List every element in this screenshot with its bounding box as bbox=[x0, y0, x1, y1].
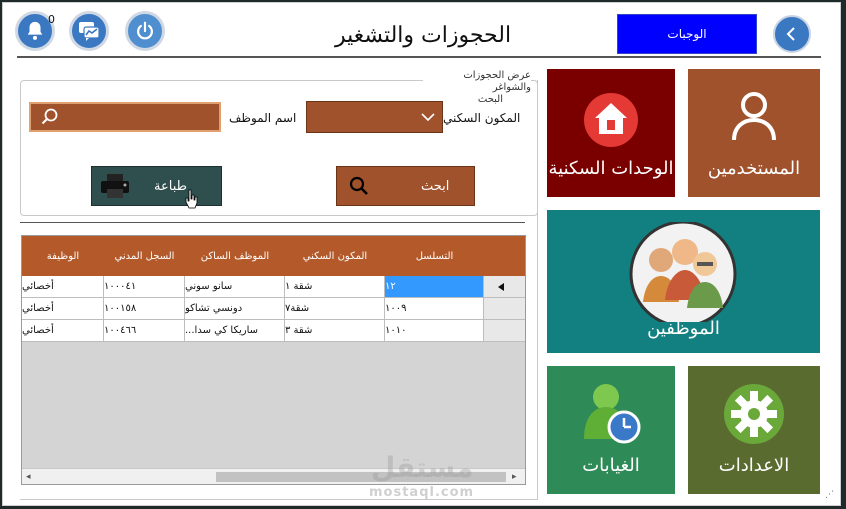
print-button[interactable]: طباعة bbox=[91, 166, 222, 209]
row-header-current[interactable] bbox=[484, 276, 525, 298]
table-cell[interactable]: ١٠٠٩ bbox=[385, 298, 484, 320]
user-clock-icon bbox=[584, 384, 641, 444]
gear-icon bbox=[724, 384, 784, 444]
table-cell[interactable]: شقة٧ bbox=[285, 298, 385, 320]
search-icon bbox=[41, 108, 58, 125]
tile-users-label: المستخدمين bbox=[707, 158, 801, 179]
row-header[interactable] bbox=[484, 320, 525, 342]
power-icon bbox=[137, 21, 153, 40]
grid-corner-header bbox=[484, 236, 525, 276]
employee-search-input[interactable] bbox=[29, 102, 221, 132]
search-button-label: ابحث bbox=[421, 178, 450, 194]
table-cell[interactable]: ١٢ bbox=[385, 276, 484, 298]
chevron-left-icon bbox=[786, 27, 795, 41]
table-cell[interactable]: أخصائي bbox=[22, 320, 104, 342]
search-button[interactable]: ابحث bbox=[336, 166, 475, 206]
print-button-label: طباعة bbox=[154, 178, 187, 194]
table-cell[interactable]: ١٠٠٠٤١ bbox=[104, 276, 185, 298]
row-header[interactable] bbox=[484, 298, 525, 320]
watermark-url: mostaql.com bbox=[369, 485, 475, 500]
group-people-icon bbox=[629, 222, 737, 322]
tile-housing-units-label: الوحدات السكنية bbox=[548, 158, 674, 179]
tile-employees[interactable]: الموظفين bbox=[547, 210, 820, 353]
house-icon bbox=[584, 93, 638, 147]
tile-settings-label: الاعدادات bbox=[718, 455, 790, 476]
tile-absences-label: الغيابات bbox=[582, 455, 640, 476]
page-title: الحجوزات والتشغير bbox=[334, 23, 512, 48]
tile-settings[interactable]: الاعدادات bbox=[688, 366, 820, 494]
table-cell[interactable]: ساريكا كي سدا... bbox=[185, 320, 285, 342]
table-cell[interactable]: ١٠١٠ bbox=[385, 320, 484, 342]
col-header-resident: الموظف الساكن bbox=[185, 236, 285, 276]
table-cell[interactable]: دونسي تشاكو bbox=[185, 298, 285, 320]
table-cell[interactable]: سانو سوني bbox=[185, 276, 285, 298]
chat-chart-icon bbox=[79, 22, 100, 41]
col-header-unit: المكون السكني bbox=[285, 236, 385, 276]
watermark-logo: مستقل bbox=[371, 451, 474, 484]
search-icon bbox=[349, 176, 368, 195]
table-cell[interactable]: شقة ٣ bbox=[285, 320, 385, 342]
table-cell[interactable]: ١٠٠٤٦٦ bbox=[104, 320, 185, 342]
table-cell[interactable]: أخصائي bbox=[22, 276, 104, 298]
chevron-down-icon bbox=[421, 113, 435, 122]
back-button[interactable] bbox=[773, 15, 811, 53]
user-icon bbox=[732, 92, 776, 141]
group-title-line1: عرض الحجوزات والشواغر bbox=[463, 70, 531, 93]
employee-name-label: اسم الموظف bbox=[229, 111, 297, 125]
app-window: 0 الحجوزات والتشغير الوجبات المستخدمين ا… bbox=[2, 2, 841, 506]
housing-unit-label: المكون السكني bbox=[443, 111, 521, 125]
bell-icon bbox=[27, 21, 43, 40]
power-button[interactable] bbox=[125, 11, 165, 51]
reservations-grid[interactable]: التسلسل المكون السكني الموظف الساكن السج… bbox=[21, 235, 526, 485]
notification-count: 0 bbox=[48, 13, 55, 26]
tile-users[interactable]: المستخدمين bbox=[688, 69, 820, 197]
col-header-job: الوظيفة bbox=[22, 236, 104, 276]
col-header-civil-id: السجل المدني bbox=[104, 236, 185, 276]
resize-grip-icon[interactable]: ⋰ bbox=[825, 491, 834, 500]
housing-unit-dropdown[interactable] bbox=[306, 101, 443, 133]
hand-cursor-icon bbox=[185, 189, 198, 209]
messages-button[interactable] bbox=[69, 11, 109, 51]
meals-button[interactable]: الوجبات bbox=[617, 14, 757, 54]
tile-housing-units[interactable]: الوحدات السكنية bbox=[547, 69, 675, 197]
col-header-seq: التسلسل bbox=[385, 236, 484, 276]
tile-absences[interactable]: الغيابات bbox=[547, 366, 675, 494]
table-cell[interactable]: ١٠٠١٥٨ bbox=[104, 298, 185, 320]
row-pointer-icon bbox=[498, 283, 504, 291]
table-cell[interactable]: شقة ١ bbox=[285, 276, 385, 298]
table-cell[interactable]: أخصائي bbox=[22, 298, 104, 320]
panel-right-border bbox=[537, 80, 538, 500]
header-divider bbox=[17, 56, 821, 58]
scroll-left-icon[interactable]: ◂ bbox=[26, 472, 31, 482]
section-divider bbox=[20, 222, 525, 223]
printer-icon bbox=[101, 174, 129, 198]
scroll-right-icon[interactable]: ▸ bbox=[512, 472, 517, 482]
